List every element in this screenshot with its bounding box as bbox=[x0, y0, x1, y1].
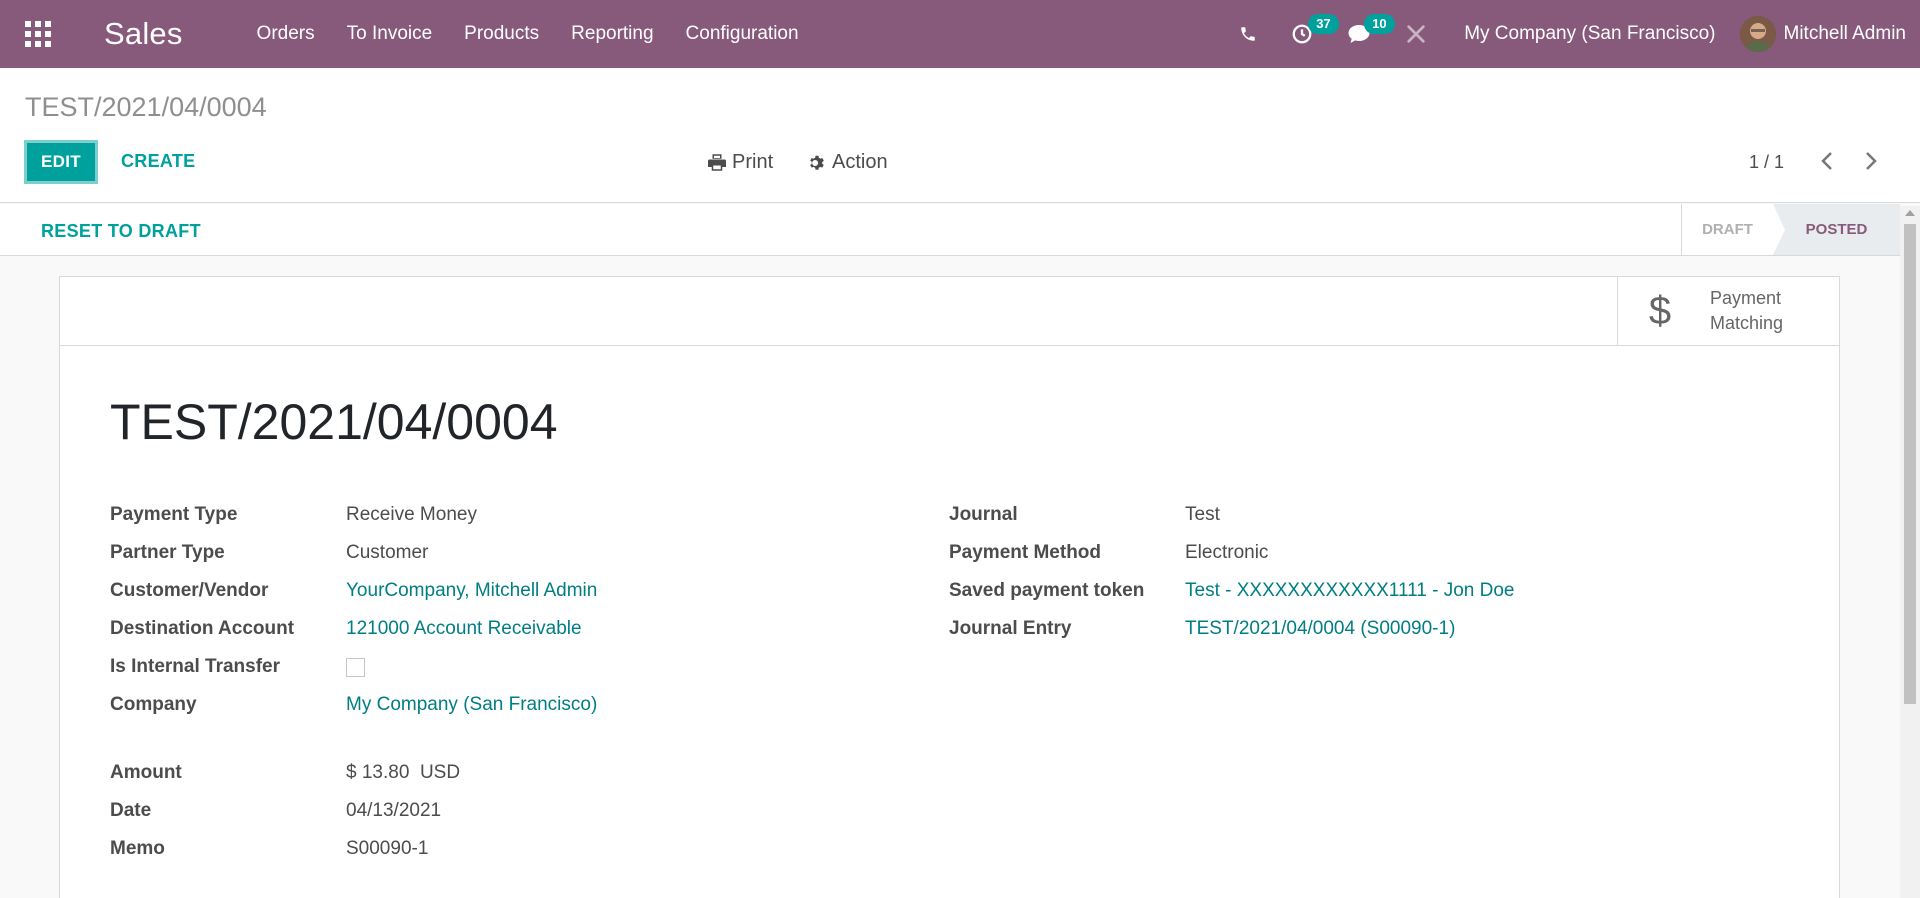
field-date: Date 04/13/2021 bbox=[110, 792, 890, 830]
field-payment-token: Saved payment token Test - XXXXXXXXXXXX1… bbox=[949, 572, 1729, 610]
print-icon bbox=[708, 154, 726, 171]
field-label: Payment Method bbox=[949, 542, 1102, 563]
payment-method-value: Electronic bbox=[1185, 542, 1269, 563]
menu-orders[interactable]: Orders bbox=[241, 0, 331, 68]
amount-value: $ 13.80 USD bbox=[346, 762, 461, 783]
field-label: Is Internal Transfer bbox=[110, 656, 281, 677]
destination-account-link[interactable]: 121000 Account Receivable bbox=[346, 618, 582, 640]
field-payment-method: Payment Method Electronic bbox=[949, 534, 1729, 572]
stage-draft: DRAFT bbox=[1681, 204, 1773, 255]
internal-transfer-checkbox[interactable] bbox=[346, 657, 365, 677]
user-menu[interactable]: Mitchell Admin bbox=[1739, 16, 1920, 52]
payment-matching-button[interactable]: $ Payment Matching bbox=[1617, 277, 1839, 345]
user-name: Mitchell Admin bbox=[1783, 23, 1907, 44]
right-field-group: Journal Test Payment Method Electronic S… bbox=[949, 496, 1729, 648]
field-label: Customer/Vendor bbox=[110, 580, 269, 601]
date-value: 04/13/2021 bbox=[346, 800, 442, 821]
status-bar: RESET TO DRAFT DRAFT POSTED bbox=[0, 204, 1900, 256]
field-journal-entry: Journal Entry TEST/2021/04/0004 (S00090-… bbox=[949, 610, 1729, 648]
field-payment-type: Payment Type Receive Money bbox=[110, 496, 890, 534]
reset-to-draft-button[interactable]: RESET TO DRAFT bbox=[41, 221, 201, 242]
action-button[interactable]: Action bbox=[808, 151, 888, 174]
field-amount: Amount $ 13.80 USD bbox=[110, 754, 890, 792]
payment-token-link[interactable]: Test - XXXXXXXXXXXX1111 - Jon Doe bbox=[1185, 580, 1515, 602]
phone-icon[interactable] bbox=[1222, 0, 1274, 68]
menu-configuration[interactable]: Configuration bbox=[670, 0, 815, 68]
gear-icon bbox=[810, 155, 824, 170]
app-name[interactable]: Sales bbox=[104, 16, 183, 52]
pager-previous-icon[interactable] bbox=[1820, 150, 1834, 177]
scroll-thumb[interactable] bbox=[1904, 224, 1916, 704]
pager-next-icon[interactable] bbox=[1864, 150, 1878, 177]
menu-to-invoice[interactable]: To Invoice bbox=[331, 0, 449, 68]
apps-menu-icon[interactable] bbox=[0, 0, 76, 68]
pager-value[interactable]: 1 / 1 bbox=[1749, 152, 1784, 173]
avatar bbox=[1739, 16, 1776, 52]
debug-tools-icon[interactable] bbox=[1388, 0, 1444, 68]
dollar-icon: $ bbox=[1648, 288, 1672, 333]
payment-matching-line1: Payment bbox=[1710, 288, 1782, 308]
top-navbar: Sales Orders To Invoice Products Reporti… bbox=[0, 0, 1920, 68]
field-label: Partner Type bbox=[110, 542, 225, 563]
left-field-group: Payment Type Receive Money Partner Type … bbox=[110, 496, 890, 868]
activity-icon[interactable]: 37 bbox=[1274, 0, 1339, 68]
field-label: Memo bbox=[110, 838, 165, 859]
field-journal: Journal Test bbox=[949, 496, 1729, 534]
journal-value: Test bbox=[1185, 504, 1220, 525]
memo-value: S00090-1 bbox=[346, 838, 429, 859]
create-button[interactable]: CREATE bbox=[121, 151, 195, 172]
action-label: Action bbox=[832, 151, 888, 173]
field-label: Company bbox=[110, 694, 197, 715]
edit-button[interactable]: EDIT bbox=[24, 140, 98, 184]
company-link[interactable]: My Company (San Francisco) bbox=[346, 694, 597, 716]
journal-entry-link[interactable]: TEST/2021/04/0004 (S00090-1) bbox=[1185, 618, 1455, 640]
scroll-up-icon[interactable] bbox=[1905, 210, 1915, 216]
payment-matching-label: Payment Matching bbox=[1710, 286, 1783, 336]
field-label: Destination Account bbox=[110, 618, 295, 639]
scrollbar[interactable] bbox=[1900, 206, 1920, 898]
menu-products[interactable]: Products bbox=[448, 0, 555, 68]
control-panel: TEST/2021/04/0004 EDIT CREATE Print Acti… bbox=[0, 68, 1920, 203]
field-memo: Memo S00090-1 bbox=[110, 830, 890, 868]
customer-vendor-link[interactable]: YourCompany, Mitchell Admin bbox=[346, 580, 597, 602]
field-partner-type: Partner Type Customer bbox=[110, 534, 890, 572]
print-label: Print bbox=[732, 151, 774, 173]
field-company: Company My Company (San Francisco) bbox=[110, 686, 890, 724]
main-menu: Orders To Invoice Products Reporting Con… bbox=[241, 0, 815, 68]
field-internal-transfer: Is Internal Transfer bbox=[110, 648, 890, 686]
field-label: Journal bbox=[949, 504, 1018, 525]
record-title: TEST/2021/04/0004 bbox=[110, 394, 558, 450]
print-button[interactable]: Print bbox=[708, 151, 773, 174]
field-label: Journal Entry bbox=[949, 618, 1072, 639]
payment-matching-line2: Matching bbox=[1710, 313, 1784, 333]
button-box: $ Payment Matching bbox=[60, 277, 1839, 346]
menu-reporting[interactable]: Reporting bbox=[555, 0, 669, 68]
partner-type-value: Customer bbox=[346, 542, 429, 563]
form-sheet: $ Payment Matching TEST/2021/04/0004 Pay… bbox=[59, 276, 1840, 898]
systray: 37 10 My Company (San Francisco) Mitchel… bbox=[1222, 0, 1920, 68]
company-switcher[interactable]: My Company (San Francisco) bbox=[1444, 23, 1739, 45]
field-label: Payment Type bbox=[110, 504, 238, 525]
messages-icon[interactable]: 10 bbox=[1330, 0, 1395, 68]
field-label: Saved payment token bbox=[949, 580, 1145, 601]
field-label: Date bbox=[110, 800, 152, 821]
field-label: Amount bbox=[110, 762, 182, 783]
field-customer-vendor: Customer/Vendor YourCompany, Mitchell Ad… bbox=[110, 572, 890, 610]
payment-type-value: Receive Money bbox=[346, 504, 477, 525]
field-destination-account: Destination Account 121000 Account Recei… bbox=[110, 610, 890, 648]
breadcrumb: TEST/2021/04/0004 bbox=[25, 92, 267, 122]
stage-arrow bbox=[1773, 204, 1785, 255]
stage-posted: POSTED bbox=[1773, 204, 1900, 255]
